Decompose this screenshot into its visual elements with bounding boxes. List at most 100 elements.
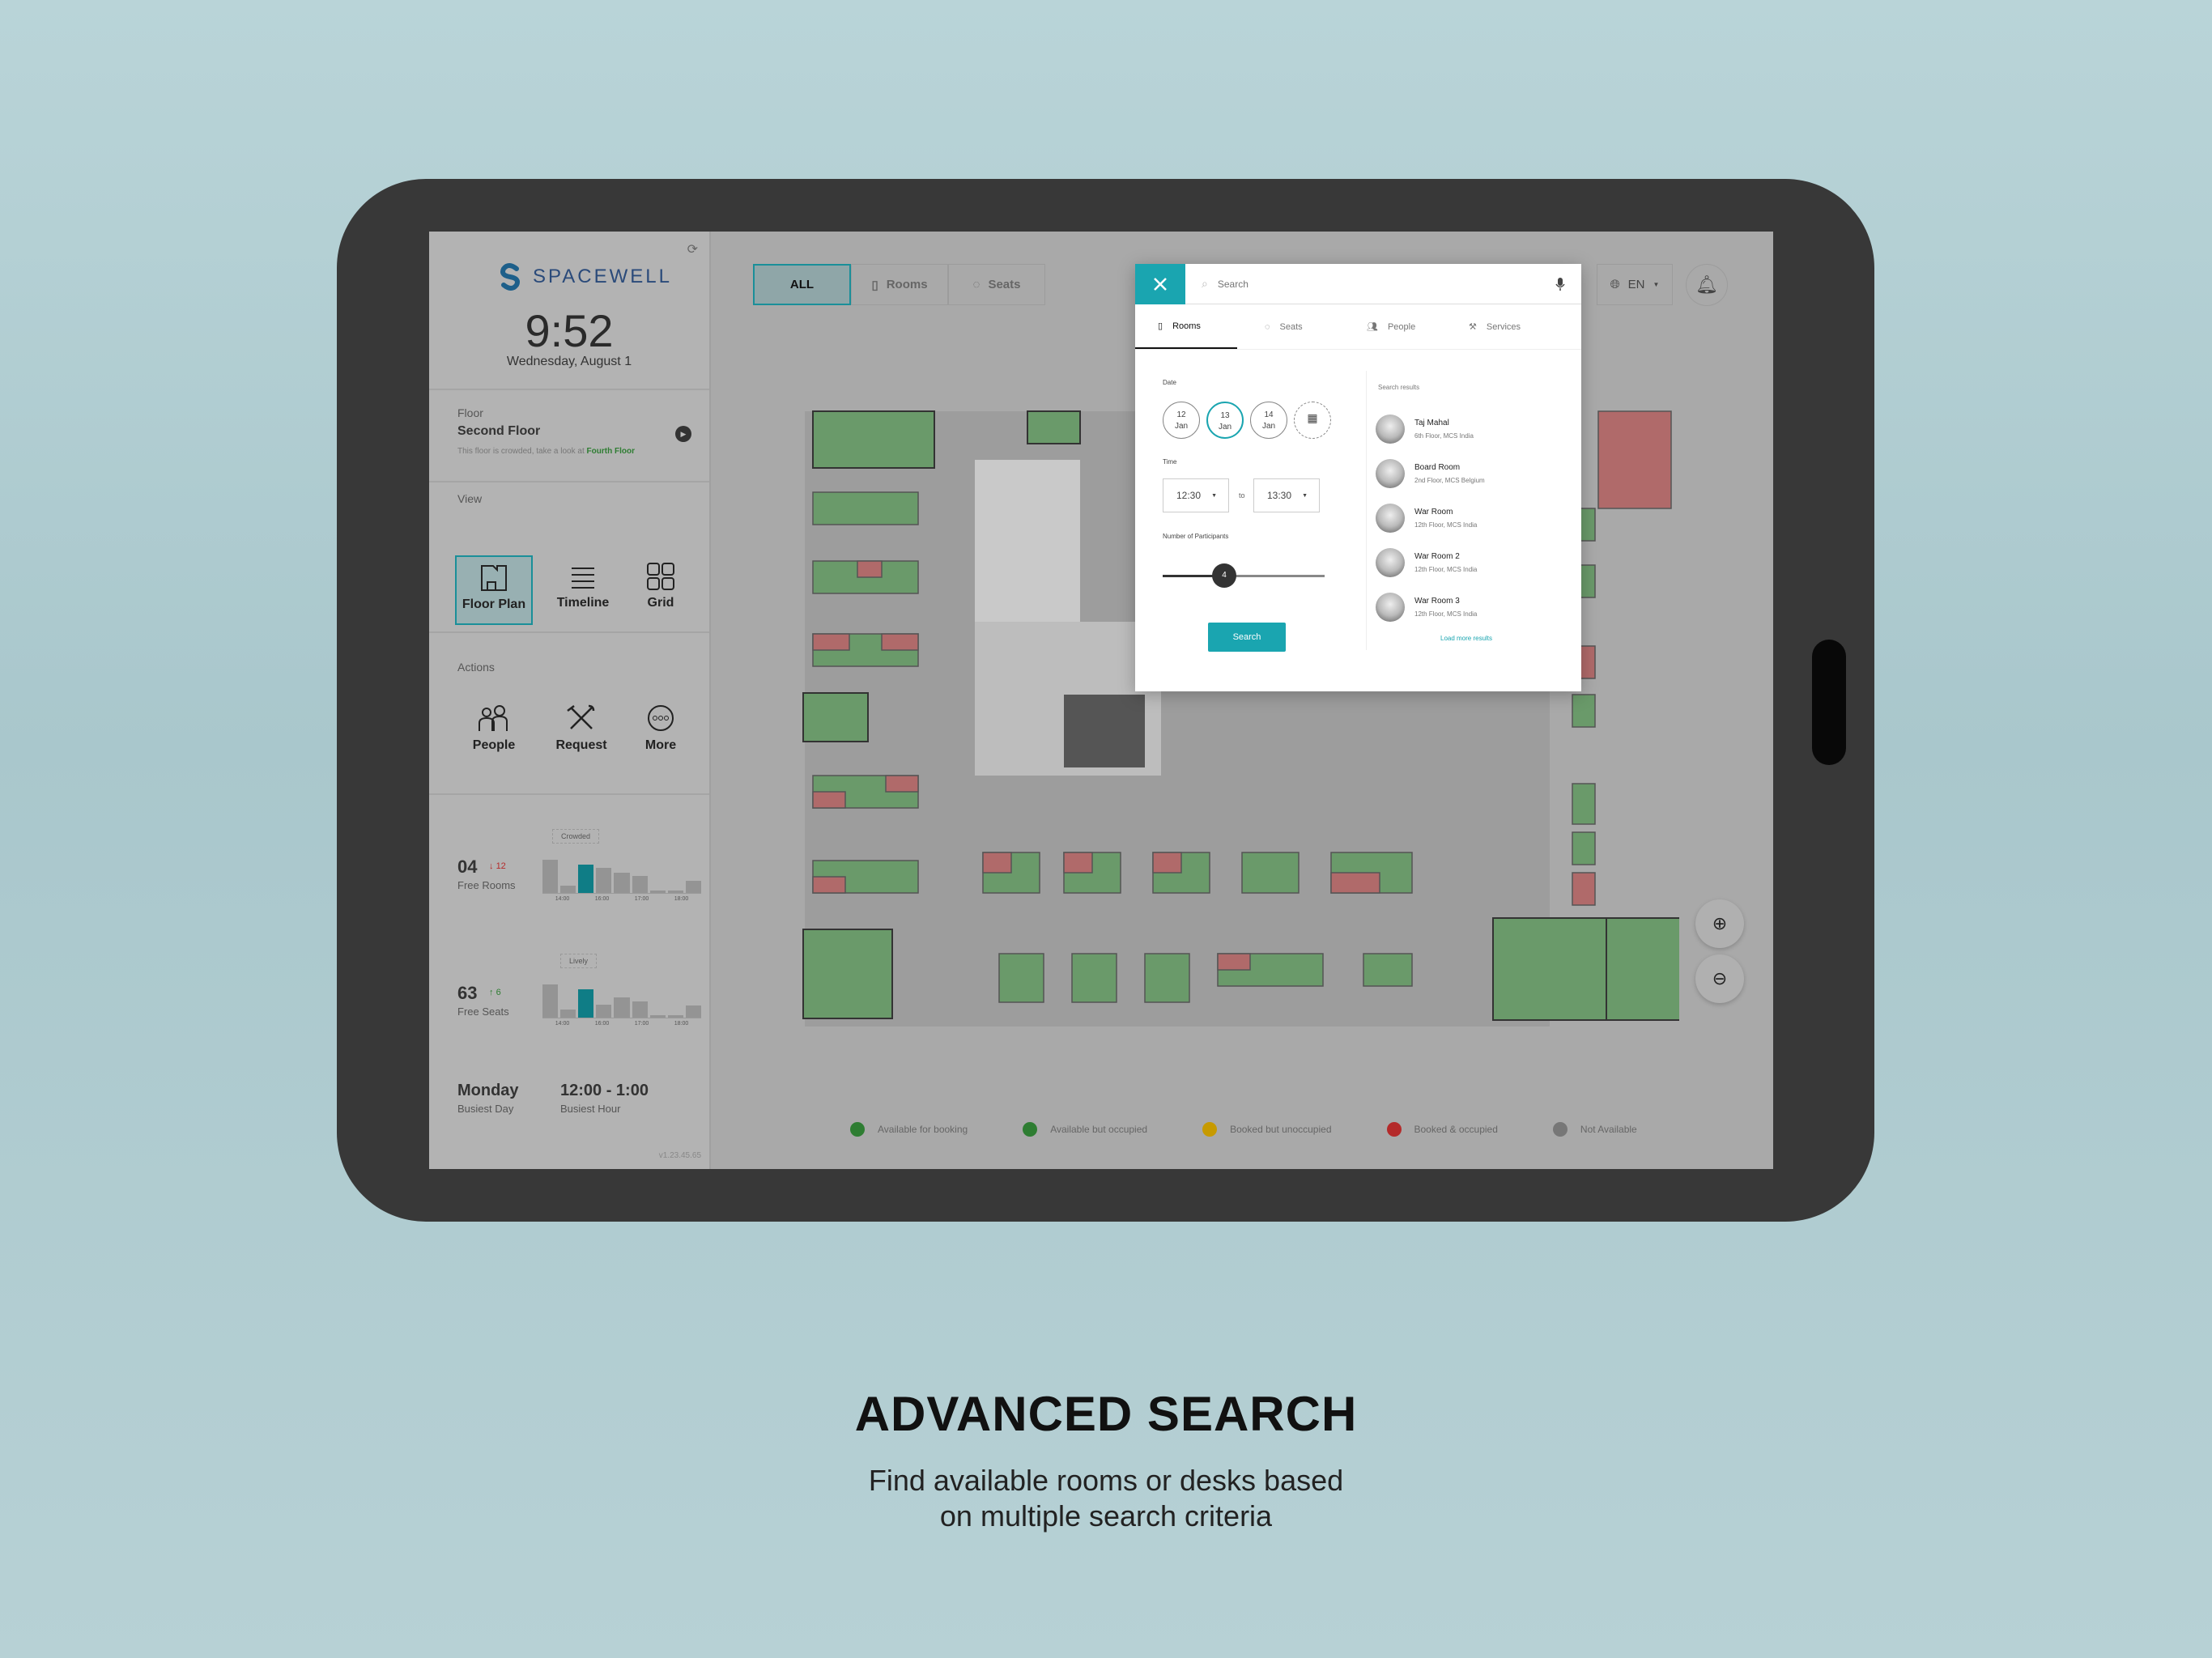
time-separator: to bbox=[1239, 491, 1245, 500]
chart-bar bbox=[685, 880, 701, 893]
action-people-label: People bbox=[472, 738, 516, 752]
legend-item: Available but occupied bbox=[1023, 1122, 1147, 1137]
notifications-button[interactable]: 🔔︎ bbox=[1686, 264, 1728, 306]
room-thumbnail bbox=[1376, 504, 1405, 533]
free-seats-delta-value: 6 bbox=[496, 988, 501, 997]
chair-icon: ◌ bbox=[972, 278, 981, 291]
current-date: Wednesday, August 1 bbox=[506, 355, 632, 368]
floor-label: Floor bbox=[457, 406, 483, 419]
tab-rooms[interactable]: ▯ Rooms bbox=[1135, 304, 1237, 349]
participants-slider[interactable]: 4 bbox=[1163, 563, 1325, 588]
sidebar: ⟳ SPACEWELL 9:52 Wednesday, August 1 Flo… bbox=[429, 232, 711, 1169]
action-request-button[interactable]: Request bbox=[541, 704, 622, 753]
search-result-item[interactable]: War Room 3 12th Floor, MCS India bbox=[1376, 593, 1477, 622]
zoom-in-icon: ⊕ bbox=[1712, 913, 1728, 933]
actions-section: Actions People Request More bbox=[429, 631, 709, 793]
floor-hint-text: This floor is crowded, take a look at bbox=[457, 447, 587, 456]
door-icon: ▯ bbox=[1158, 321, 1163, 331]
view-label: View bbox=[457, 492, 483, 505]
legend-item: Booked but unoccupied bbox=[1202, 1122, 1332, 1137]
zoom-out-icon: ⊖ bbox=[1712, 968, 1728, 988]
calendar-picker-button[interactable]: ▦ bbox=[1294, 402, 1331, 439]
legend-label: Available for booking bbox=[878, 1124, 968, 1135]
slider-handle[interactable]: 4 bbox=[1212, 563, 1236, 588]
legend-item: Booked & occupied bbox=[1386, 1122, 1498, 1137]
free-rooms-delta-value: 12 bbox=[496, 861, 506, 871]
tab-rooms-label: Rooms bbox=[1172, 321, 1201, 331]
view-timeline-button[interactable]: Timeline bbox=[544, 555, 622, 625]
load-more-link[interactable]: Load more results bbox=[1440, 635, 1492, 642]
busiest-hour: 12:00 - 1:00 bbox=[560, 1082, 649, 1099]
view-grid-button[interactable]: Grid bbox=[622, 555, 700, 625]
free-rooms-chart bbox=[542, 860, 701, 894]
chart-bar bbox=[614, 872, 630, 893]
legend-label: Booked but unoccupied bbox=[1230, 1124, 1332, 1135]
chart-bar bbox=[649, 1014, 666, 1018]
microphone-icon[interactable] bbox=[1555, 277, 1565, 291]
chart-bar bbox=[560, 1010, 576, 1018]
legend-label: Available but occupied bbox=[1050, 1124, 1148, 1135]
clock: 9:52 bbox=[525, 305, 614, 356]
action-people-button[interactable]: People bbox=[453, 704, 534, 753]
tab-people[interactable]: 👥︎ People bbox=[1367, 304, 1415, 349]
stats-section: Crowded 04 ↓ 12 Free Rooms 14:00 16:00 17:… bbox=[429, 793, 709, 1169]
search-input[interactable] bbox=[1217, 278, 1546, 290]
chart-tick-label: 17:00 bbox=[634, 896, 649, 902]
tab-services[interactable]: ⚒ Services bbox=[1469, 304, 1521, 349]
lively-tag: Lively bbox=[560, 954, 598, 968]
view-floor-plan-label: Floor Plan bbox=[462, 597, 526, 611]
search-icon: ⌕ bbox=[1202, 277, 1208, 290]
search-result-item[interactable]: Taj Mahal 6th Floor, MCS India bbox=[1376, 414, 1474, 444]
zoom-in-button[interactable]: ⊕ bbox=[1695, 899, 1744, 948]
chart-tick-label: 18:00 bbox=[674, 1021, 689, 1027]
filter-all-button[interactable]: ALL bbox=[753, 264, 851, 305]
room-thumbnail bbox=[1376, 548, 1405, 577]
brand-name: SPACEWELL bbox=[533, 266, 672, 287]
date-month: Jan bbox=[1218, 423, 1232, 432]
view-timeline-label: Timeline bbox=[556, 596, 610, 610]
search-result-item[interactable]: War Room 2 12th Floor, MCS India bbox=[1376, 548, 1477, 577]
tab-seats[interactable]: ◌ Seats bbox=[1265, 304, 1303, 349]
app-version: v1.23.45.65 bbox=[658, 1151, 701, 1160]
chart-tick-label: 17:00 bbox=[634, 1021, 649, 1027]
subheadline-line-2: on multiple search criteria bbox=[939, 1499, 1273, 1533]
time-label: Time bbox=[1163, 458, 1177, 466]
chart-bar bbox=[542, 860, 559, 893]
search-result-item[interactable]: Board Room 2nd Floor, MCS Belgium bbox=[1376, 459, 1485, 488]
time-to-select[interactable]: 13:30 ▼ bbox=[1253, 478, 1320, 512]
globe-icon: 🌐︎ bbox=[1610, 278, 1620, 291]
chart-bar bbox=[578, 989, 594, 1018]
filter-seats-button[interactable]: ◌ Seats bbox=[948, 264, 1045, 305]
chart-bar bbox=[632, 1001, 648, 1018]
arrow-down-icon: ↓ bbox=[489, 861, 494, 871]
chart-tick-label: 14:00 bbox=[555, 1021, 570, 1027]
legend-item: Available for booking bbox=[850, 1122, 968, 1137]
headline: ADVANCED SEARCH bbox=[854, 1387, 1358, 1441]
date-month: Jan bbox=[1261, 422, 1276, 431]
filter-rooms-button[interactable]: ▯ Rooms bbox=[851, 264, 948, 305]
tab-services-label: Services bbox=[1486, 321, 1521, 332]
date-label: Date bbox=[1163, 379, 1176, 386]
date-option-13-jan[interactable]: 13 Jan bbox=[1206, 402, 1244, 439]
view-floor-plan-button[interactable]: Floor Plan bbox=[455, 555, 533, 625]
date-option-12-jan[interactable]: 12 Jan bbox=[1163, 402, 1200, 439]
filter-seats-label: Seats bbox=[988, 278, 1021, 291]
refresh-icon[interactable]: ⟳ bbox=[687, 241, 698, 257]
zoom-out-button[interactable]: ⊖ bbox=[1695, 954, 1744, 1003]
fourth-floor-link[interactable]: Fourth Floor bbox=[587, 447, 635, 456]
close-search-button[interactable] bbox=[1135, 264, 1185, 304]
chart-bar bbox=[685, 1005, 701, 1018]
legend-item: Not Available bbox=[1552, 1122, 1637, 1137]
language-select[interactable]: 🌐︎ EN ▼ bbox=[1597, 264, 1673, 305]
room-name: War Room 2 bbox=[1414, 552, 1460, 561]
floor-next-button[interactable]: ▶ bbox=[675, 426, 691, 442]
search-button[interactable]: Search bbox=[1208, 623, 1286, 652]
time-from-select[interactable]: 12:30 ▼ bbox=[1163, 478, 1229, 512]
crowded-tag: Crowded bbox=[552, 829, 600, 844]
legend: Available for booking Available but occup… bbox=[850, 1122, 1637, 1137]
date-option-14-jan[interactable]: 14 Jan bbox=[1250, 402, 1287, 439]
chart-bar bbox=[614, 997, 630, 1018]
search-result-item[interactable]: War Room 12th Floor, MCS India bbox=[1376, 504, 1477, 533]
action-more-button[interactable]: More bbox=[620, 704, 701, 753]
spacewell-logo-icon bbox=[500, 263, 520, 291]
